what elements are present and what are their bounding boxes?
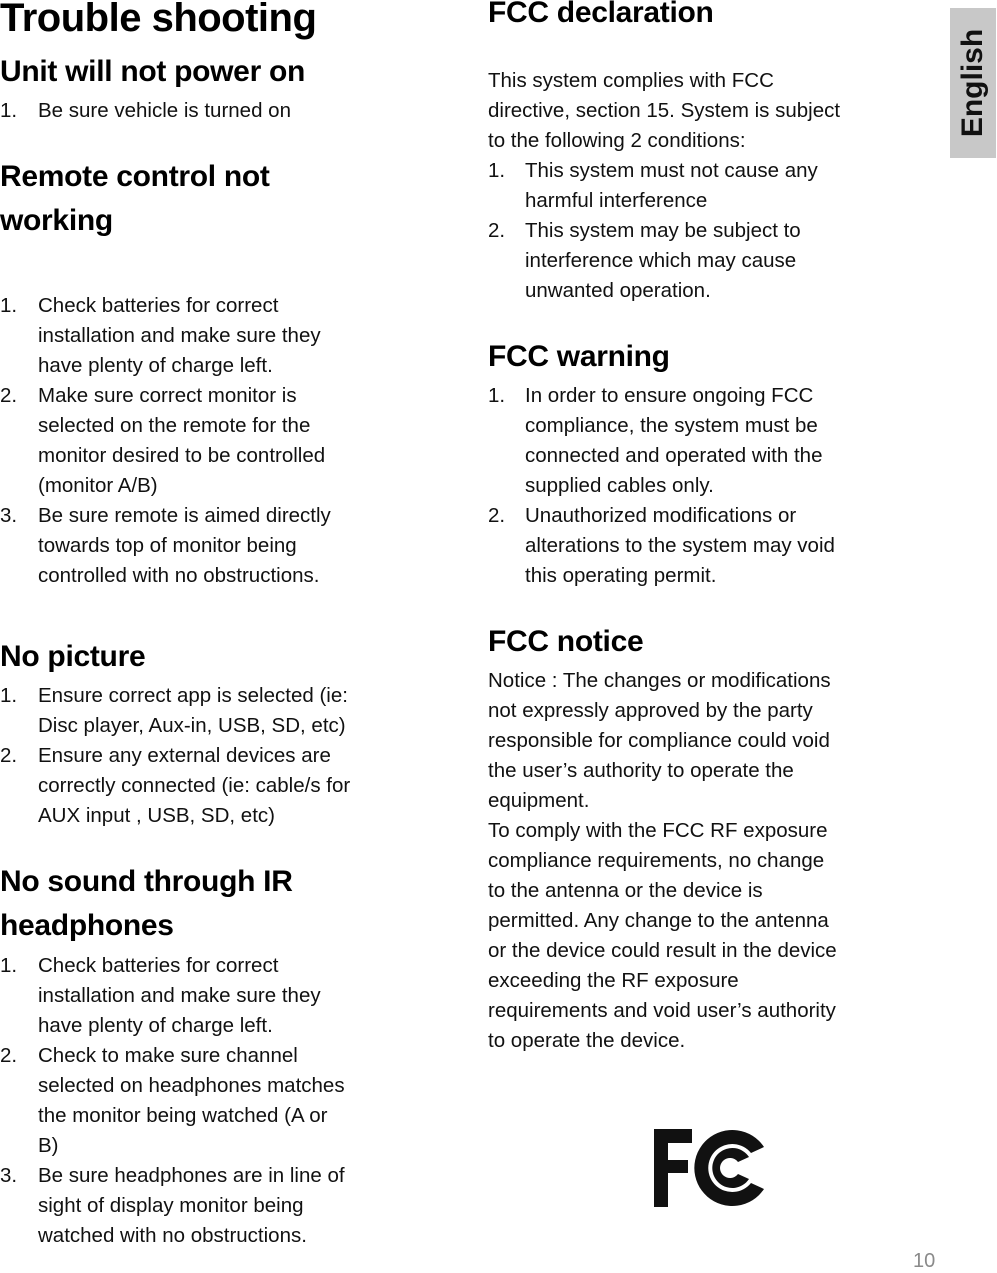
list-number: 1. — [0, 99, 18, 122]
paragraph-line: exceeding the RF exposure — [488, 969, 739, 992]
paragraph-line: the user’s authority to operate the — [488, 759, 794, 782]
paragraph-line: or the device could result in the device — [488, 939, 837, 962]
list-number: 1. — [0, 954, 18, 977]
list-text: sight of display monitor being — [38, 1194, 304, 1217]
list-text: Check batteries for correct — [38, 954, 279, 977]
list-text: harmful interference — [525, 189, 708, 212]
paragraph-line: To comply with the FCC RF exposure — [488, 819, 828, 842]
list-number: 1. — [488, 159, 506, 182]
section-heading-remote-cont: working — [0, 204, 113, 237]
paragraph-line: to the antenna or the device is — [488, 879, 763, 902]
paragraph-line: equipment. — [488, 789, 590, 812]
list-text: the monitor being watched (A or — [38, 1104, 328, 1127]
list-text: monitor desired to be controlled — [38, 444, 326, 467]
paragraph-line: directive, section 15. System is subject — [488, 99, 841, 122]
list-number: 2. — [488, 504, 506, 527]
paragraph-line: to the following 2 conditions: — [488, 129, 746, 152]
list-text: Be sure remote is aimed directly — [38, 504, 331, 527]
list-text: Disc player, Aux-in, USB, SD, etc) — [38, 714, 346, 737]
fcc-declaration-heading: FCC declaration — [488, 0, 714, 29]
list-text: Be sure headphones are in line of — [38, 1164, 345, 1187]
paragraph-line: requirements and void user’s authority — [488, 999, 836, 1022]
list-text: interference which may cause — [525, 249, 797, 272]
fcc-warning-heading: FCC warning — [488, 340, 670, 373]
list-text: installation and make sure they — [38, 984, 321, 1007]
list-number: 2. — [0, 744, 18, 767]
list-text: In order to ensure ongoing FCC — [525, 384, 814, 407]
list-text: connected and operated with the — [525, 444, 823, 467]
paragraph-line: not expressly approved by the party — [488, 699, 813, 722]
list-text: Unauthorized modifications or — [525, 504, 797, 527]
list-text: unwanted operation. — [525, 279, 711, 302]
list-text: Ensure correct app is selected (ie: — [38, 684, 348, 707]
paragraph-line: This system complies with FCC — [488, 69, 774, 92]
section-heading-no-sound: No sound through IR — [0, 865, 293, 898]
list-text: (monitor A/B) — [38, 474, 158, 497]
list-text: AUX input , USB, SD, etc) — [38, 804, 275, 827]
list-number: 1. — [0, 684, 18, 707]
list-text: This system may be subject to — [525, 219, 801, 242]
language-tab-label: English — [956, 28, 989, 138]
paragraph-line: to operate the device. — [488, 1029, 686, 1052]
fcc-logo-icon — [654, 1129, 764, 1207]
language-tab: English — [950, 8, 996, 158]
paragraph-line: compliance requirements, no change — [488, 849, 825, 872]
list-number: 2. — [0, 1044, 18, 1067]
list-number: 3. — [0, 504, 18, 527]
list-text: compliance, the system must be — [525, 414, 818, 437]
list-text: Make sure correct monitor is — [38, 384, 297, 407]
list-number: 1. — [0, 294, 18, 317]
list-text: controlled with no obstructions. — [38, 564, 320, 587]
list-text: selected on headphones matches — [38, 1074, 345, 1097]
page-title: Trouble shooting — [0, 0, 317, 40]
list-text: B) — [38, 1134, 59, 1157]
list-text: correctly connected (ie: cable/s for — [38, 774, 351, 797]
list-number: 2. — [0, 384, 18, 407]
list-number: 2. — [488, 219, 506, 242]
list-text: Check to make sure channel — [38, 1044, 298, 1067]
list-text: selected on the remote for the — [38, 414, 311, 437]
section-heading-no-power: Unit will not power on — [0, 55, 306, 88]
paragraph-line: permitted. Any change to the antenna — [488, 909, 829, 932]
list-text: watched with no obstructions. — [38, 1224, 307, 1247]
list-number: 3. — [0, 1164, 18, 1187]
list-text: Check batteries for correct — [38, 294, 279, 317]
section-heading-no-picture: No picture — [0, 640, 146, 673]
section-heading-no-sound-cont: headphones — [0, 909, 174, 942]
list-text: This system must not cause any — [525, 159, 818, 182]
list-text: Ensure any external devices are — [38, 744, 331, 767]
list-text: Be sure vehicle is turned on — [38, 99, 291, 122]
fcc-notice-heading: FCC notice — [488, 625, 644, 658]
list-text: this operating permit. — [525, 564, 717, 587]
section-heading-remote: Remote control not — [0, 160, 270, 193]
paragraph-line: responsible for compliance could void — [488, 729, 830, 752]
paragraph-line: Notice : The changes or modifications — [488, 669, 831, 692]
list-number: 1. — [488, 384, 506, 407]
list-text: have plenty of charge left. — [38, 354, 273, 377]
list-text: have plenty of charge left. — [38, 1014, 273, 1037]
list-text: installation and make sure they — [38, 324, 321, 347]
list-text: supplied cables only. — [525, 474, 714, 497]
list-text: alterations to the system may void — [525, 534, 835, 557]
list-text: towards top of monitor being — [38, 534, 297, 557]
page-number: 10 — [913, 1250, 936, 1272]
